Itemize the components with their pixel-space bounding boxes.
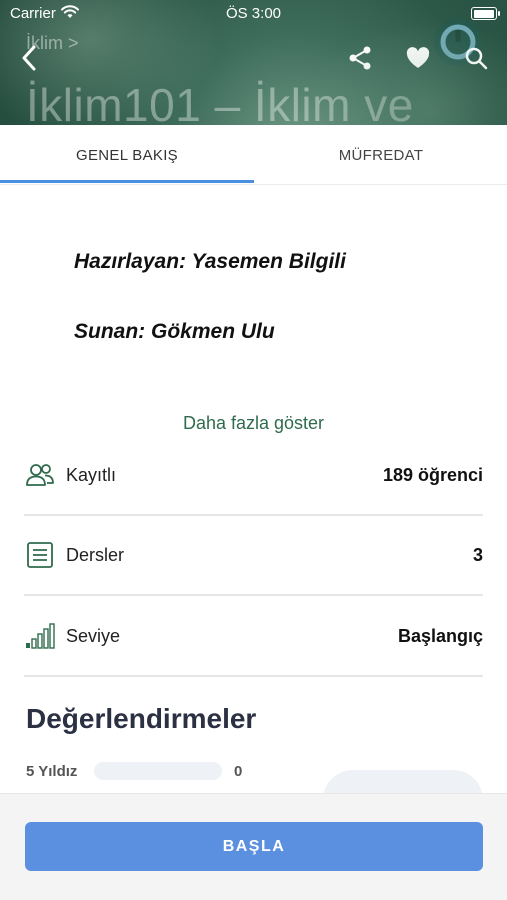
- rating-label: 5 Yıldız: [26, 762, 78, 780]
- status-bar: Carrier ÖS 3:00: [0, 0, 507, 28]
- active-tab-indicator: [0, 180, 254, 183]
- users-icon: [24, 459, 56, 491]
- rating-bar: [94, 762, 222, 780]
- back-button[interactable]: [14, 44, 44, 76]
- course-header: Carrier ÖS 3:00 İklim > İklim101 – İklim…: [0, 0, 507, 125]
- stat-label: Dersler: [66, 544, 125, 565]
- page-title: İklim101 – İklim ve: [26, 79, 414, 125]
- share-button[interactable]: [344, 44, 376, 76]
- signal-bars-icon: [24, 620, 56, 652]
- chevron-left-icon: [21, 45, 37, 76]
- course-description: Hazırlayan: Yasemen Bilgili Sunan: Gökme…: [74, 250, 474, 344]
- start-button[interactable]: BAŞLA: [25, 822, 483, 871]
- stat-value: 3: [472, 544, 483, 565]
- rating-row: 5 Yıldız 0: [26, 762, 242, 780]
- share-icon: [347, 45, 373, 76]
- truncated-text-fade: [24, 392, 484, 402]
- stat-value: 189 öğrenci: [382, 464, 483, 485]
- tab-bar: GENEL BAKIŞ MÜFREDAT: [0, 125, 507, 185]
- heart-icon: [405, 46, 431, 75]
- tab-curriculum[interactable]: MÜFREDAT: [254, 125, 507, 185]
- stat-row-level: Seviye Başlangıç: [24, 597, 483, 677]
- reviews-heading: Değerlendirmeler: [26, 703, 257, 734]
- stat-value: Başlangıç: [397, 625, 483, 646]
- search-button[interactable]: [460, 44, 492, 76]
- stat-label: Seviye: [66, 625, 121, 646]
- tab-overview[interactable]: GENEL BAKIŞ: [0, 125, 254, 185]
- rating-count: 0: [234, 762, 243, 780]
- stat-label: Kayıtlı: [66, 464, 117, 485]
- clock: ÖS 3:00: [225, 5, 282, 22]
- stat-row-enrolled: Kayıtlı 189 öğrenci: [24, 436, 483, 516]
- app-logo-icon: [434, 18, 482, 66]
- list-document-icon: [24, 539, 56, 571]
- search-icon: [464, 46, 488, 75]
- stat-row-lessons: Dersler 3: [24, 516, 483, 596]
- show-more-link[interactable]: Daha fazla göster: [0, 413, 507, 434]
- presented-by-text: Sunan: Gökmen Ulu: [74, 320, 275, 343]
- prepared-by-text: Hazırlayan: Yasemen Bilgili: [74, 250, 346, 273]
- favorite-button[interactable]: [402, 44, 434, 76]
